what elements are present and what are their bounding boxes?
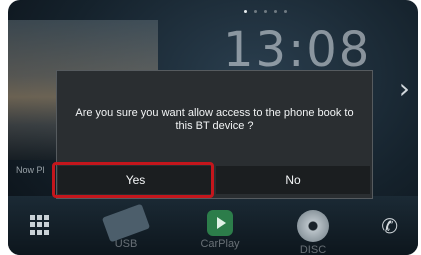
source-label: CarPlay <box>200 238 240 250</box>
source-disc-button[interactable]: DISC <box>283 210 343 255</box>
no-button[interactable]: No <box>216 166 370 194</box>
chevron-right-icon[interactable]: › <box>399 72 410 105</box>
now-playing-label: Now Pl <box>16 165 45 175</box>
source-carplay-button[interactable]: CarPlay <box>190 210 250 250</box>
page-dot <box>254 10 257 13</box>
page-dot <box>244 10 247 13</box>
page-dot <box>284 10 287 13</box>
dialog-message: Are you sure you want allow access to th… <box>75 107 354 132</box>
page-indicator <box>244 10 287 13</box>
page-dot <box>264 10 267 13</box>
usb-icon <box>101 203 151 243</box>
disc-icon <box>297 210 329 242</box>
yes-button-highlight <box>52 162 214 198</box>
grid-menu-icon[interactable] <box>30 215 50 235</box>
page-dot <box>274 10 277 13</box>
source-label: USB <box>114 238 138 250</box>
source-label: DISC <box>299 244 327 255</box>
carplay-icon <box>207 210 233 236</box>
phone-icon[interactable]: ✆ <box>381 214 398 238</box>
source-usb-button[interactable]: USB <box>96 203 156 250</box>
